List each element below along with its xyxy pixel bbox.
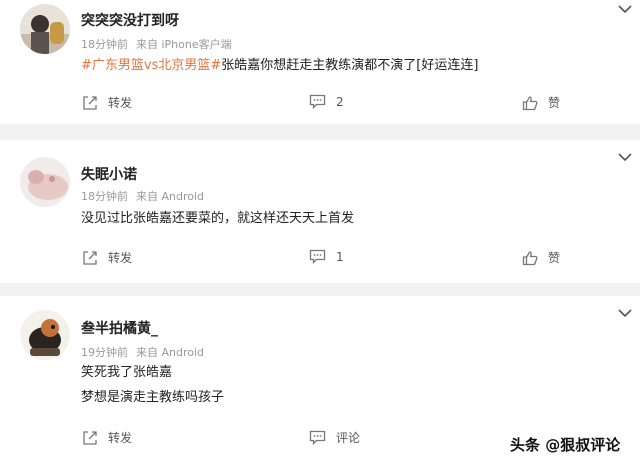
username[interactable]: 失眠小诺: [81, 164, 137, 184]
post-body: 笑死我了张皓嘉: [81, 365, 173, 380]
avatar[interactable]: [20, 157, 70, 207]
avatar[interactable]: [20, 4, 70, 54]
hashtag-link[interactable]: #广东男篮vs北京男篮#: [81, 58, 221, 73]
comment-icon: [309, 94, 326, 109]
repost-label: 转发: [108, 251, 133, 265]
like-label: 赞: [548, 96, 561, 110]
like-button[interactable]: 赞: [522, 94, 560, 111]
like-button[interactable]: 赞: [522, 249, 560, 266]
comment-label: 评论: [336, 431, 361, 445]
comment-button[interactable]: 1: [309, 249, 344, 264]
post-body: 梦想是演走主教练吗孩子: [81, 390, 225, 405]
post-meta: 18分钟前 来自 Android: [81, 188, 204, 204]
post-card: 失眠小诺 18分钟前 来自 Android 没见过比张皓嘉还要菜的，就这样还天天上…: [0, 140, 640, 283]
comment-button[interactable]: 2: [309, 94, 344, 109]
comment-count: 1: [336, 249, 344, 264]
avatar[interactable]: [20, 310, 70, 360]
post-time: 18分钟前: [81, 38, 128, 51]
post-meta: 18分钟前 来自 iPhone客户端: [81, 36, 232, 52]
repost-button[interactable]: 转发: [82, 429, 132, 446]
repost-button[interactable]: 转发: [82, 249, 132, 266]
like-icon: [522, 95, 538, 110]
repost-label: 转发: [108, 431, 133, 445]
post-card: 突突突没打到呀 18分钟前 来自 iPhone客户端 #广东男篮vs北京男篮#张皓…: [0, 0, 640, 124]
chevron-down-icon[interactable]: [618, 308, 632, 318]
comment-icon: [309, 249, 326, 264]
post-source: 来自 iPhone客户端: [136, 38, 232, 51]
chevron-down-icon[interactable]: [618, 4, 632, 14]
chevron-down-icon[interactable]: [618, 152, 632, 162]
repost-button[interactable]: 转发: [82, 94, 132, 111]
comment-icon: [309, 430, 326, 445]
post-source: 来自 Android: [136, 346, 205, 359]
like-label: 赞: [548, 251, 561, 265]
post-text: #广东男篮vs北京男篮#张皓嘉你想赶走主教练演都不演了[好运连连]: [81, 57, 478, 75]
repost-icon: [83, 430, 97, 445]
watermark: 头条 @狠叔评论: [510, 436, 621, 454]
comment-count: 2: [336, 94, 344, 109]
post-body: 没见过比张皓嘉还要菜的，就这样还天天上首发: [81, 211, 355, 226]
repost-label: 转发: [108, 96, 133, 110]
repost-icon: [83, 250, 97, 265]
username[interactable]: 叁半拍橘黄_: [81, 318, 158, 338]
post-time: 18分钟前: [81, 190, 128, 203]
post-meta: 19分钟前 来自 Android: [81, 344, 204, 360]
post-body: 张皓嘉你想赶走主教练演都不演了[好运连连]: [221, 58, 479, 73]
comment-button[interactable]: 评论: [309, 429, 360, 446]
post-time: 19分钟前: [81, 346, 128, 359]
post-source: 来自 Android: [136, 190, 205, 203]
username[interactable]: 突突突没打到呀: [81, 10, 179, 30]
like-icon: [522, 250, 538, 265]
repost-icon: [83, 95, 97, 110]
